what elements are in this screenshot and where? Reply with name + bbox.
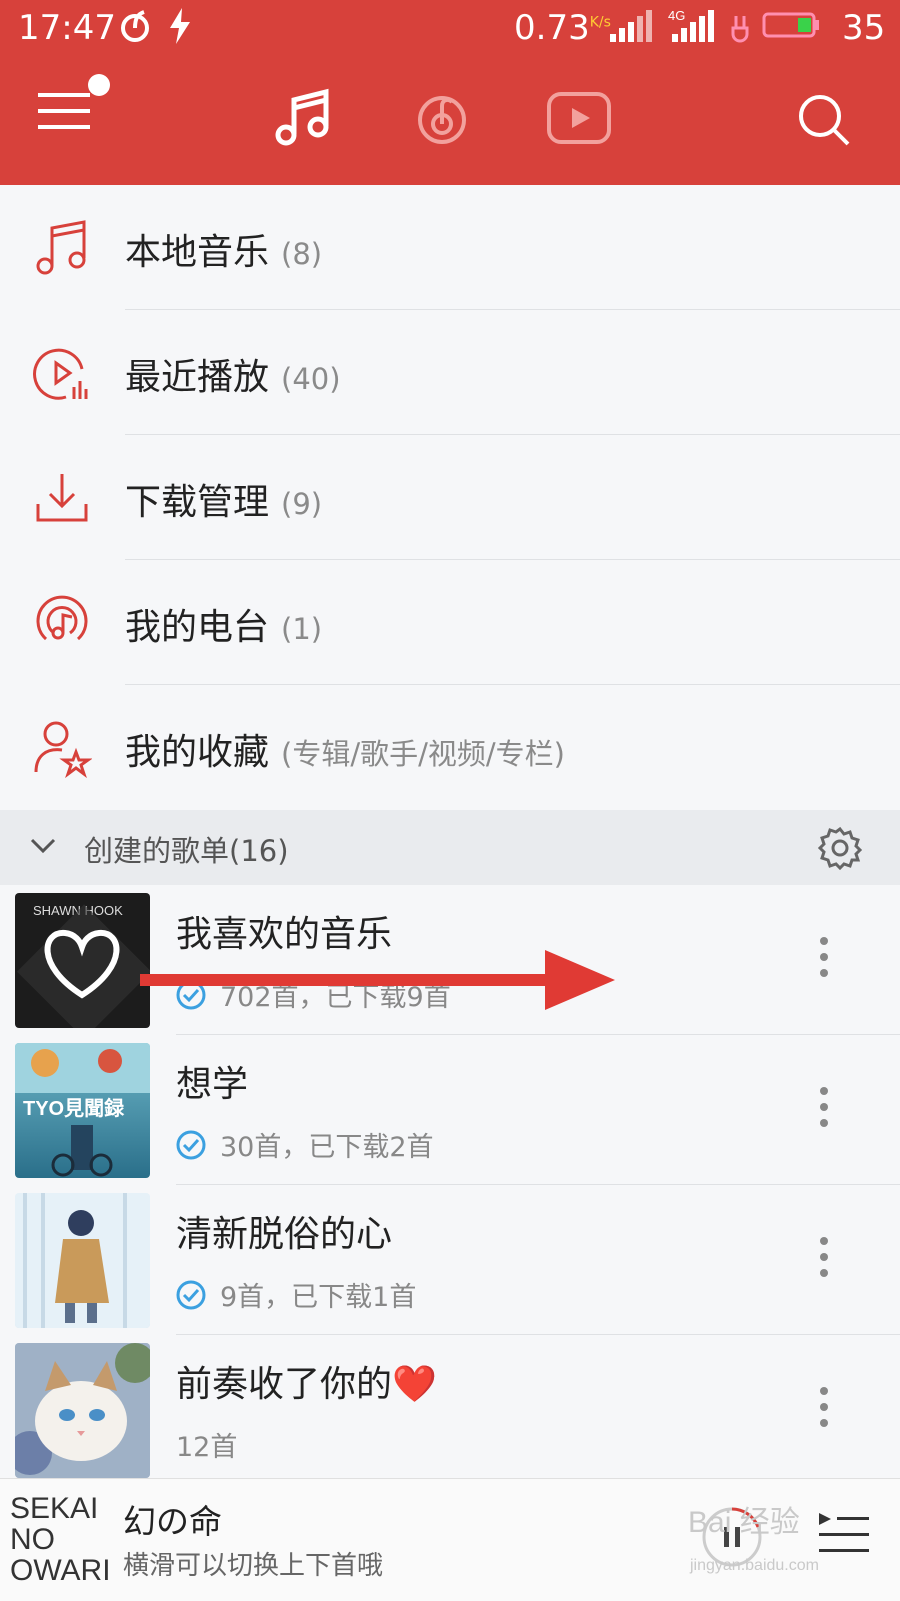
playlist-cover: TYO見聞録 <box>15 1043 150 1178</box>
charging-bolt-icon <box>166 6 194 55</box>
playlist-cover <box>15 1193 150 1328</box>
notification-dot <box>88 74 110 96</box>
downloaded-check-icon <box>176 1280 206 1309</box>
status-time: 17:47 <box>18 8 116 48</box>
section-title: 创建的歌单(16) <box>84 834 289 868</box>
cover-text: TYO見聞録 <box>23 1096 125 1120</box>
menu-item-label: 我的电台 (1) <box>125 607 323 648</box>
menu-item-downloads[interactable]: 下载管理 (9) <box>0 435 900 560</box>
battery-level: 35 <box>842 8 886 48</box>
network-speed: 0.73K/s <box>514 8 611 48</box>
now-playing-title: 幻の命 <box>123 1502 222 1541</box>
playlist-item[interactable]: TYO見聞録 想学 30首，已下载2首 <box>0 1035 900 1185</box>
netease-cloud-tab-icon[interactable] <box>412 88 472 152</box>
mini-player[interactable]: SEKAI NO OWARI 幻の命 横滑可以切换上下首哦 Bai 经验 jin… <box>0 1478 900 1601</box>
status-bar: 17:47 0.73K/s 4G 35 <box>0 0 900 60</box>
search-icon[interactable] <box>796 92 852 152</box>
watermark: Bai 经验 <box>688 1506 800 1539</box>
battery-icon <box>728 6 828 55</box>
created-playlists-header[interactable]: 创建的歌单(16) <box>0 810 900 885</box>
menu-icon[interactable] <box>36 85 92 139</box>
playlist-name: 前奏收了你的❤️ <box>176 1364 437 1405</box>
favorite-user-icon <box>32 718 93 779</box>
app-header: 17:47 0.73K/s 4G 35 <box>0 0 900 185</box>
playlist-name: 想学 <box>176 1064 249 1105</box>
playlist-name: 清新脱俗的心 <box>176 1214 393 1255</box>
4g-signal-icon: 4G <box>668 6 720 55</box>
playlist-cover <box>15 1343 150 1478</box>
chevron-down-icon[interactable] <box>28 830 58 864</box>
playlist-info: 9首，已下载1首 <box>176 1275 416 1314</box>
swipe-hint: 横滑可以切换上下首哦 <box>123 1551 384 1581</box>
playlist-cover: SHAWN HOOK <box>15 893 150 1028</box>
netease-status-icon <box>118 6 152 55</box>
menu-item-my-collection[interactable]: 我的收藏 (专辑/歌手/视频/专栏) <box>0 685 900 810</box>
more-options-icon[interactable] <box>818 1085 830 1133</box>
downloaded-check-icon <box>176 1130 206 1159</box>
signal-icon <box>608 6 658 55</box>
more-options-icon[interactable] <box>818 935 830 983</box>
download-icon <box>32 468 92 528</box>
music-tab-icon[interactable] <box>272 86 336 154</box>
menu-item-label: 下载管理 (9) <box>125 482 323 523</box>
more-options-icon[interactable] <box>818 1385 830 1433</box>
my-music-menu: 本地音乐 (8) 最近播放 (40) 下载管理 (9) 我的电台 (1) 我的收藏 (专辑… <box>0 185 900 810</box>
more-options-icon[interactable] <box>818 1235 830 1283</box>
annotation-arrow-icon <box>140 950 620 1014</box>
menu-item-label: 我的收藏 (专辑/歌手/视频/专栏) <box>125 732 565 773</box>
gear-icon[interactable] <box>817 826 863 874</box>
playlist-info: 30首，已下载2首 <box>176 1125 434 1164</box>
menu-item-recent-play[interactable]: 最近播放 (40) <box>0 310 900 435</box>
menu-item-local-music[interactable]: 本地音乐 (8) <box>0 185 900 310</box>
music-note-icon <box>32 218 92 278</box>
radio-icon <box>32 593 92 653</box>
menu-item-my-radio[interactable]: 我的电台 (1) <box>0 560 900 685</box>
menu-item-label: 本地音乐 (8) <box>125 232 323 273</box>
video-tab-icon[interactable] <box>546 88 612 152</box>
menu-item-label: 最近播放 (40) <box>125 357 341 398</box>
playlist-queue-icon[interactable] <box>815 1509 871 1563</box>
playlist-info: 12首 <box>176 1432 238 1463</box>
now-playing-cover: SEKAI NO OWARI <box>10 1492 111 1587</box>
playlist-item[interactable]: 前奏收了你的❤️ 12首 <box>0 1335 900 1485</box>
watermark-url: jingyan.baidu.com <box>690 1557 819 1574</box>
playlist-item[interactable]: 清新脱俗的心 9首，已下载1首 <box>0 1185 900 1335</box>
recent-play-icon <box>32 343 92 403</box>
4g-label: 4G <box>668 8 685 23</box>
